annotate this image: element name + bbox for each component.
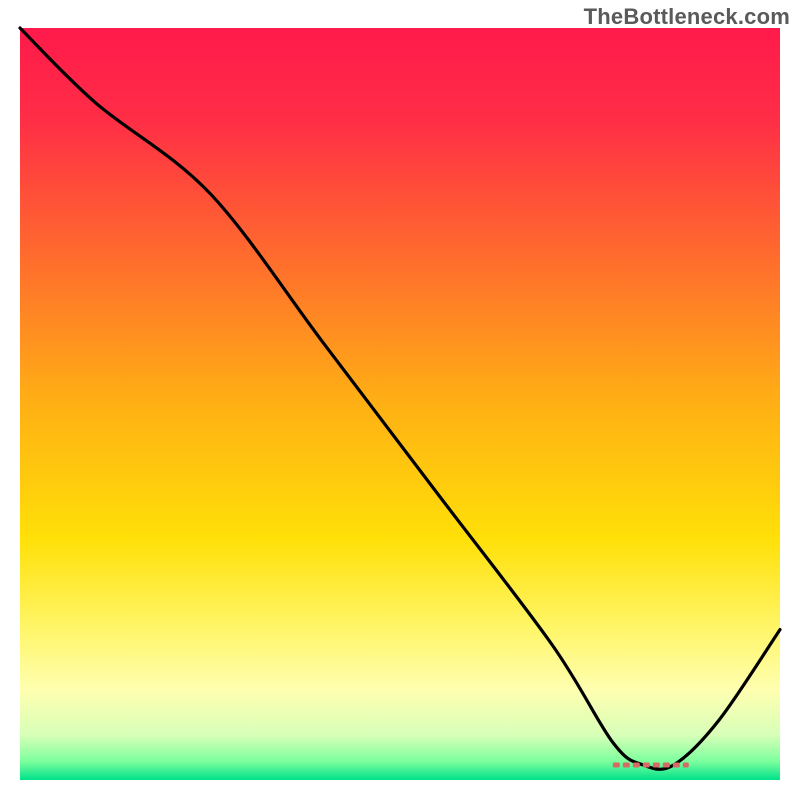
optimal-range-tick bbox=[613, 762, 620, 767]
optimal-range-tick bbox=[643, 762, 650, 767]
bottleneck-plot bbox=[0, 0, 800, 800]
optimal-range-tick bbox=[633, 762, 640, 767]
chart-canvas: TheBottleneck.com bbox=[0, 0, 800, 800]
optimal-range-tick bbox=[663, 762, 670, 767]
optimal-range-tick bbox=[653, 762, 660, 767]
optimal-range-tick bbox=[673, 762, 680, 767]
optimal-range-tick bbox=[623, 762, 630, 767]
plot-background bbox=[20, 28, 780, 780]
optimal-range-tick bbox=[683, 762, 689, 767]
